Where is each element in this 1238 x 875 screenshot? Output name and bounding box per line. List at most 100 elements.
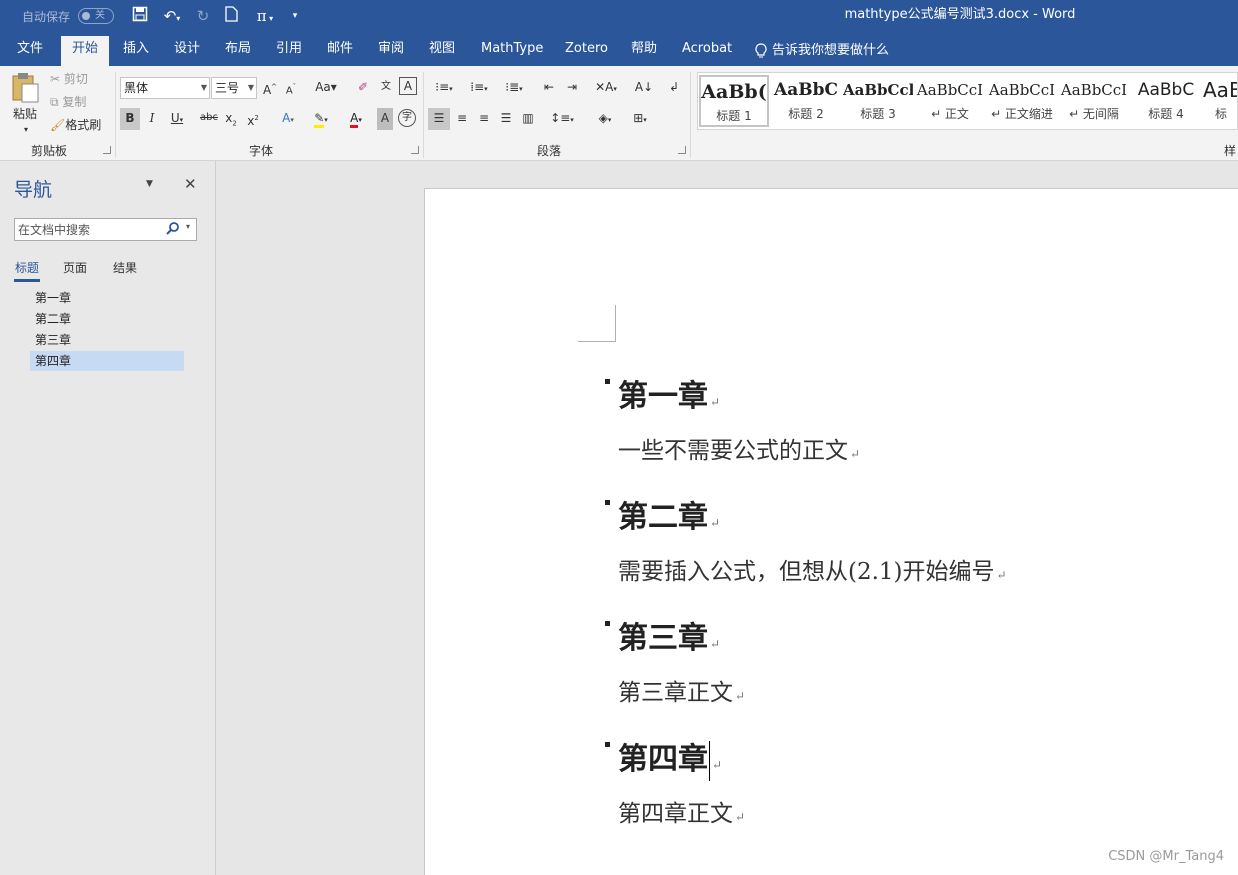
style-heading-5[interactable]: AaB 标 [1203, 75, 1237, 127]
style-no-spacing[interactable]: AaBbCcI ↵ 无间隔 [1059, 75, 1129, 127]
search-icon[interactable] [166, 221, 180, 238]
tab-file[interactable]: 文件 [6, 36, 54, 66]
cut-button[interactable]: ✂ 剪切 [50, 69, 98, 91]
nav-search-box: ▾ [14, 218, 197, 241]
chapter-heading[interactable]: 第四章 ↵ [604, 734, 722, 781]
character-shading-icon[interactable]: A [377, 108, 393, 130]
body-paragraph[interactable]: 需要插入公式，但想从(2.1)开始编号 ↵ [618, 552, 1007, 586]
nav-heading-item[interactable]: 第一章 [30, 288, 184, 308]
tell-me-box[interactable]: 告诉我你想要做什么 [744, 36, 900, 66]
format-painter-button[interactable]: 🖌格式刷 [50, 115, 110, 137]
font-launcher-icon[interactable] [411, 146, 419, 154]
shrink-font-icon[interactable]: Aˇ [283, 77, 299, 99]
chinese-layout-icon[interactable]: ✕A▾ [592, 77, 620, 99]
tab-design[interactable]: 设计 [163, 36, 211, 66]
align-right-button[interactable]: ≡ [474, 108, 494, 130]
search-input[interactable] [15, 219, 163, 240]
customize-toolbar-icon[interactable]: ▾ [288, 6, 302, 26]
lightbulb-icon [755, 43, 767, 58]
tab-references[interactable]: 引用 [265, 36, 313, 66]
text-effects-icon[interactable]: A▾ [275, 108, 301, 130]
nav-heading-item[interactable]: 第三章 [30, 330, 184, 350]
phonetic-guide-icon[interactable]: 文 [376, 77, 396, 99]
save-icon[interactable] [130, 6, 150, 26]
bold-button[interactable]: B [120, 108, 140, 130]
borders-icon[interactable]: ⊞▾ [626, 108, 654, 130]
tab-pages[interactable]: 页面 [63, 259, 87, 276]
multilevel-list-icon[interactable]: ⁝≣▾ [500, 77, 528, 99]
grow-font-icon[interactable]: A^ [262, 77, 278, 99]
group-divider [690, 72, 691, 158]
align-center-button[interactable]: ≡ [452, 108, 472, 130]
search-dropdown-icon[interactable]: ▾ [186, 222, 190, 231]
body-paragraph[interactable]: 第三章正文 ↵ [618, 673, 745, 707]
line-spacing-icon[interactable]: ↕≡▾ [548, 108, 576, 130]
tab-review[interactable]: 审阅 [367, 36, 415, 66]
copy-button[interactable]: ⧉ 复制 [50, 92, 98, 114]
style-heading-1[interactable]: AaBb( 标题 1 [699, 75, 769, 127]
style-heading-2[interactable]: AaBbC 标题 2 [771, 75, 841, 127]
highlight-color-icon[interactable]: ✎▾ [307, 108, 335, 130]
tab-home[interactable]: 开始 [61, 36, 110, 66]
font-size-combo[interactable]: 三号 ▼ [211, 77, 257, 99]
group-divider [115, 72, 116, 158]
tab-acrobat[interactable]: Acrobat [671, 36, 743, 66]
equation-pi-icon[interactable]: π ▾ [250, 6, 280, 26]
undo-icon[interactable]: ↶▾ [158, 6, 186, 26]
sort-icon[interactable]: A↓ [634, 77, 654, 99]
distributed-button[interactable]: ▥ [518, 108, 538, 130]
chapter-heading[interactable]: 第三章 ↵ [604, 613, 720, 657]
nav-heading-item-selected[interactable]: 第四章 [30, 351, 184, 371]
chapter-heading[interactable]: 第二章 ↵ [604, 492, 720, 536]
close-icon[interactable]: ✕ [184, 175, 197, 193]
paragraph-launcher-icon[interactable] [678, 146, 686, 154]
paste-icon[interactable] [10, 72, 40, 104]
style-heading-4[interactable]: AaBbC 标题 4 [1131, 75, 1201, 127]
increase-indent-icon[interactable]: ⇥ [562, 77, 582, 99]
clear-formatting-icon[interactable]: ✐ [354, 77, 372, 99]
autosave-switch[interactable]: 关 [78, 8, 115, 24]
nav-heading-item[interactable]: 第二章 [30, 309, 184, 329]
bullets-icon[interactable]: ⁝≡▾ [430, 77, 458, 99]
chapter-heading[interactable]: 第一章 ↵ [604, 371, 720, 415]
styles-gallery: AaBb( 标题 1 AaBbC 标题 2 AaBbCcl 标题 3 AaBbC… [697, 72, 1238, 130]
underline-button[interactable]: U▾ [166, 108, 188, 130]
style-heading-3[interactable]: AaBbCcl 标题 3 [843, 75, 913, 127]
shading-icon[interactable]: ◈▾ [590, 108, 620, 130]
decrease-indent-icon[interactable]: ⇤ [539, 77, 559, 99]
style-normal-indent[interactable]: AaBbCcI ↵ 正文缩进 [987, 75, 1057, 127]
nav-options-icon[interactable]: ▼ [146, 179, 153, 189]
tab-insert[interactable]: 插入 [112, 36, 160, 66]
tab-zotero[interactable]: Zotero [554, 36, 619, 66]
enclose-characters-icon[interactable]: 字 [398, 109, 416, 127]
subscript-button[interactable]: x2 [222, 108, 240, 130]
document-page[interactable]: 第一章 ↵ 一些不需要公式的正文 ↵ 第二章 ↵ 需要插入公式，但想从(2.1)开始编… [424, 188, 1238, 875]
italic-button[interactable]: I [144, 108, 160, 130]
justify-button[interactable]: ☰ [496, 108, 516, 130]
autosave-toggle[interactable]: 自动保存 关 [22, 0, 115, 32]
clipboard-launcher-icon[interactable] [103, 146, 111, 154]
tab-mathtype[interactable]: MathType [470, 36, 554, 66]
tab-view[interactable]: 视图 [418, 36, 466, 66]
superscript-button[interactable]: x2 [244, 108, 262, 130]
tab-mailings[interactable]: 邮件 [316, 36, 364, 66]
body-paragraph[interactable]: 一些不需要公式的正文 ↵ [618, 431, 860, 465]
strikethrough-button[interactable]: abc [198, 108, 220, 130]
new-document-icon[interactable] [222, 6, 240, 26]
character-border-icon[interactable]: A [399, 77, 417, 95]
change-case-icon[interactable]: Aa▾ [311, 77, 341, 99]
font-color-icon[interactable]: A▾ [341, 108, 371, 130]
align-left-button[interactable]: ☰ [428, 108, 450, 130]
style-normal[interactable]: AaBbCcI ↵ 正文 [915, 75, 985, 127]
clipboard-group-label: 剪贴板 [31, 144, 68, 158]
paste-dropdown-icon[interactable]: ▾ [20, 120, 32, 142]
tab-layout[interactable]: 布局 [214, 36, 262, 66]
numbering-icon[interactable]: ⁞≡▾ [465, 77, 493, 99]
tab-help[interactable]: 帮助 [620, 36, 668, 66]
show-marks-icon[interactable]: ↲ [666, 77, 682, 99]
body-paragraph[interactable]: 第四章正文 ↵ [618, 794, 745, 828]
redo-icon[interactable]: ↻ [194, 6, 212, 26]
tab-headings[interactable]: 标题 [13, 259, 41, 282]
tab-results[interactable]: 结果 [113, 259, 137, 276]
font-name-combo[interactable]: 黑体 ▼ [120, 77, 210, 99]
